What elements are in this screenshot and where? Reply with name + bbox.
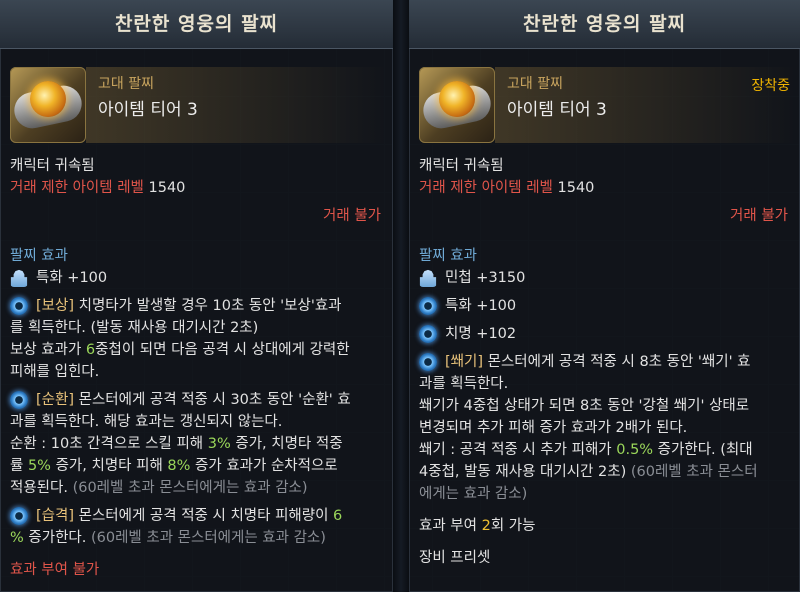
- swirl-icon: [10, 297, 28, 315]
- swirl-icon: [419, 353, 437, 371]
- item-title: 찬란한 영웅의 팔찌: [409, 0, 800, 49]
- panel-divider: [393, 0, 409, 592]
- equipment-preset: 장비 프리셋: [419, 550, 491, 566]
- swirl-icon: [419, 297, 437, 315]
- effect-wedge: [쐐기] 몬스터에게 공격 적중 시 8초 동안 '쐐기' 효 과를 획득한다.…: [419, 353, 758, 502]
- lock-icon: [10, 269, 28, 287]
- effect-circulation: [순환] 몬스터에게 공격 적중 시 30초 동안 '순환' 효 과를 획득한다…: [10, 391, 351, 496]
- swirl-icon: [10, 391, 28, 409]
- item-grade: 고대 팔찌: [507, 76, 563, 92]
- trade-limit: 거래 제한 아이템 레벨 1540: [10, 180, 186, 196]
- item-title: 찬란한 영웅의 팔찌: [0, 0, 393, 49]
- trade-limit: 거래 제한 아이템 레벨 1540: [419, 180, 595, 196]
- item-header: 고대 팔찌 아이템 티어 3 장착중: [419, 67, 800, 155]
- bind-status: 캐릭터 귀속됨: [10, 158, 95, 174]
- enchant-count: 효과 부여 2회 가능: [419, 518, 536, 534]
- item-tooltip-compare: 찬란한 영웅의 팔찌 고대 팔찌 아이템 티어 3 캐릭터 귀속됨 거래 제한 …: [0, 0, 393, 592]
- lock-icon: [419, 269, 437, 287]
- effects-header: 팔찌 효과: [10, 248, 68, 264]
- stat-row: 치명 +102: [409, 323, 800, 345]
- trade-status: 거래 불가: [730, 208, 788, 224]
- bracelet-icon: [419, 67, 495, 143]
- item-tier: 아이템 티어 3: [507, 100, 607, 120]
- effects-header: 팔찌 효과: [419, 248, 477, 264]
- bracelet-icon: [10, 67, 86, 143]
- bind-status: 캐릭터 귀속됨: [419, 158, 504, 174]
- item-tooltip-equipped: 찬란한 영웅의 팔찌 고대 팔찌 아이템 티어 3 장착중 캐릭터 귀속됨 거래…: [409, 0, 800, 592]
- stat-row: 민첩 +3150: [409, 267, 800, 289]
- stat-row: 특화 +100: [409, 295, 800, 317]
- enchant-status: 효과 부여 불가: [10, 562, 100, 578]
- equipped-badge: 장착중: [751, 78, 790, 94]
- swirl-icon: [10, 507, 28, 525]
- stat-row: 특화 +100: [0, 267, 393, 289]
- effect-reward: [보상] 치명타가 발생할 경우 10초 동안 '보상'효과 를 획득한다. (…: [10, 297, 350, 380]
- effect-raid: [습격] 몬스터에게 공격 적중 시 치명타 피해량이 6 % 증가한다. (6…: [10, 507, 343, 546]
- item-header: 고대 팔찌 아이템 티어 3: [10, 67, 393, 155]
- item-grade: 고대 팔찌: [98, 76, 154, 92]
- trade-status: 거래 불가: [323, 208, 381, 224]
- item-tier: 아이템 티어 3: [98, 100, 198, 120]
- swirl-icon: [419, 325, 437, 343]
